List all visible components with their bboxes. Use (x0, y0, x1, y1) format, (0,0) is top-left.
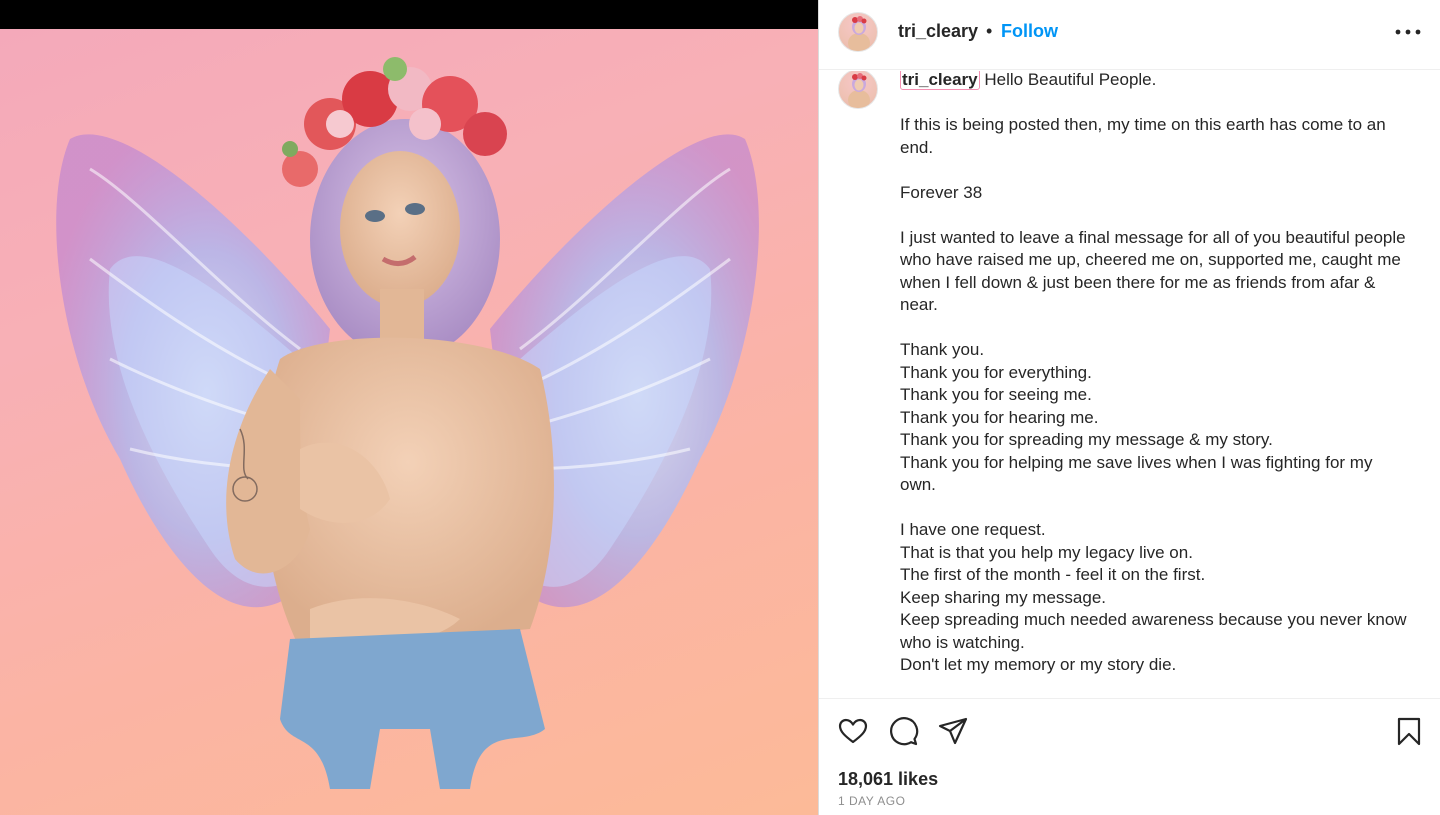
caption-paragraph: Forever 38 (900, 182, 1410, 205)
caption-text: tri_cleary Hello Beautiful People. If th… (900, 71, 1410, 677)
share-button[interactable] (937, 715, 969, 747)
caption-paragraph: If this is being posted then, my time on… (900, 114, 1410, 159)
caption-intro-line: tri_cleary Hello Beautiful People. (900, 71, 1410, 92)
caption-line: If this is being posted then, my time on… (900, 115, 1386, 157)
follow-button[interactable]: Follow (1001, 21, 1058, 42)
caption-line: Forever 38 (900, 182, 983, 202)
post-header: tri_cleary • Follow (819, 0, 1440, 70)
avatar-image (848, 73, 870, 108)
more-options-button[interactable] (1393, 22, 1423, 42)
more-horizontal-icon (1395, 29, 1421, 35)
heart-icon (838, 718, 868, 744)
post-image[interactable] (0, 29, 818, 815)
author-avatar[interactable] (838, 12, 878, 52)
comment-icon (890, 717, 919, 746)
caption-line: Thank you for helping me save lives when… (900, 452, 1373, 495)
caption-line: I have one request. (900, 520, 1046, 539)
like-button[interactable] (837, 715, 869, 747)
caption-line: The first of the month - feel it on the … (900, 565, 1206, 584)
caption-line: Keep sharing my message. (900, 587, 1106, 607)
paper-plane-icon (938, 717, 968, 745)
caption-line: Thank you for hearing me. (900, 407, 1099, 427)
save-button[interactable] (1393, 715, 1425, 747)
post-timestamp[interactable]: 1 DAY AGO (838, 794, 905, 808)
caption-author-avatar[interactable] (838, 71, 878, 109)
actions-divider (819, 698, 1440, 699)
caption-line: Thank you for everything. (900, 362, 1092, 382)
avatar-image (848, 16, 870, 51)
angel-portrait-illustration (56, 57, 759, 789)
caption-body: If this is being posted then, my time on… (900, 114, 1410, 677)
caption-paragraph: I just wanted to leave a final message f… (900, 227, 1410, 317)
likes-count[interactable]: 18,061 likes (838, 769, 938, 790)
caption-line: Keep spreading much needed awareness bec… (900, 610, 1407, 652)
caption-paragraph: I have one request. That is that you help… (900, 519, 1410, 677)
author-username[interactable]: tri_cleary (898, 21, 978, 42)
comment-button[interactable] (887, 715, 919, 747)
caption-scroll-area[interactable]: tri_cleary Hello Beautiful People. If th… (819, 71, 1440, 698)
post-media[interactable] (0, 0, 818, 815)
caption-line: Thank you for seeing me. (900, 385, 1092, 404)
caption-intro: Hello Beautiful People. (984, 71, 1157, 89)
caption-paragraph: Thank you. Thank you for everything. Thank… (900, 339, 1410, 497)
post-side-panel: tri_cleary • Follow tri_cleary Hello Bea… (819, 0, 1440, 815)
caption-line: Thank you. (900, 340, 985, 359)
caption-line: Thank you for spreading my message & my … (900, 430, 1273, 449)
header-separator: • (986, 21, 993, 41)
bookmark-icon (1397, 717, 1421, 746)
caption-line: Don't let my memory or my story die. (900, 655, 1177, 674)
caption-line: That is that you help my legacy live on. (900, 542, 1193, 562)
caption-line: I just wanted to leave a final message f… (900, 227, 1406, 315)
caption-username[interactable]: tri_cleary (900, 71, 980, 90)
